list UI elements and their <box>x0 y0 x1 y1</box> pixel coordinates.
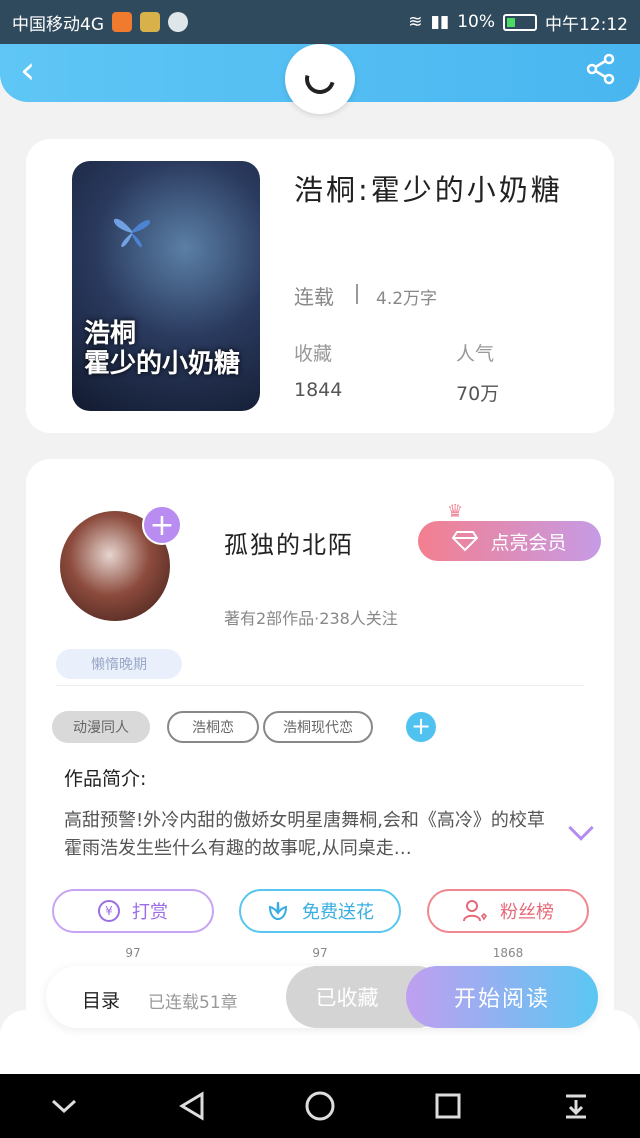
start-reading-button[interactable]: 开始阅读 <box>406 966 598 1028</box>
fans-ranking-label: 粉丝榜 <box>500 902 554 923</box>
collected-label: 已收藏 <box>315 986 379 1010</box>
tag-item[interactable]: 浩桐现代恋 <box>263 711 373 743</box>
book-info-card: 浩桐 霍少的小奶糖 浩桐:霍少的小奶糖 连载 4.2万字 收藏 人气 1844 … <box>26 139 614 433</box>
chevron-left-icon: ‹ <box>20 48 36 92</box>
loading-spinner-icon <box>299 58 341 100</box>
reward-button[interactable]: ¥ 打赏 <box>52 889 214 933</box>
flower-icon <box>268 901 288 921</box>
serial-count[interactable]: 已连载51章 <box>148 988 238 1013</box>
fans-count: 1868 <box>492 946 524 960</box>
carrier-label: 中国移动4G <box>12 14 104 35</box>
bottom-action-bar: 目录 已连载51章 已收藏 开始阅读 <box>46 966 598 1028</box>
author-name[interactable]: 孤独的北陌 <box>224 525 354 560</box>
nav-recents-button[interactable] <box>428 1086 468 1126</box>
fans-ranking-button[interactable]: 粉丝榜 <box>427 889 589 933</box>
nav-home-button[interactable] <box>300 1086 340 1126</box>
clock: 中午12:12 <box>545 14 628 35</box>
status-badge: 懒惰晚期 <box>56 649 182 679</box>
cover-title-line1: 浩桐 <box>84 319 137 349</box>
vip-button[interactable]: 点亮会员 <box>418 521 601 561</box>
nav-notification-button[interactable] <box>556 1086 596 1126</box>
popularity-value: 70万 <box>456 383 500 405</box>
back-button[interactable]: ‹ <box>20 50 35 90</box>
author-meta: 著有2部作品·238人关注 <box>224 609 398 628</box>
pull-down-icon <box>566 1094 586 1119</box>
circle-home-icon <box>305 1091 335 1121</box>
nav-back-button[interactable] <box>172 1086 212 1126</box>
share-button[interactable] <box>584 52 618 86</box>
book-title: 浩桐:霍少的小奶糖 <box>294 173 563 207</box>
video-app-icon <box>112 12 132 32</box>
triangle-back-icon <box>179 1091 204 1121</box>
send-flower-label: 免费送花 <box>302 902 374 923</box>
reward-count: 97 <box>125 946 141 960</box>
mail-app-icon <box>140 12 160 32</box>
crown-icon: ♛ <box>447 501 464 522</box>
status-bar: 中国移动4G ≋ ▮▮ 10% 中午12:12 <box>0 0 640 44</box>
chevron-down-icon[interactable] <box>568 815 594 841</box>
yuan-icon: ¥ <box>98 900 120 922</box>
wifi-icon: ≋ <box>408 12 423 32</box>
plus-icon: + <box>149 508 175 543</box>
square-recents-icon <box>435 1093 461 1119</box>
book-status: 连载 <box>294 285 334 309</box>
toc-button[interactable]: 目录 <box>82 986 120 1013</box>
follow-button[interactable]: + <box>142 505 182 545</box>
diamond-icon <box>452 531 479 552</box>
divider <box>356 284 358 304</box>
favorites-label: 收藏 <box>294 343 333 365</box>
plus-icon: + <box>410 712 432 740</box>
chevron-down-icon <box>51 1099 77 1114</box>
start-reading-label: 开始阅读 <box>453 987 550 1012</box>
cover-text: 浩桐 霍少的小奶糖 <box>84 319 240 379</box>
intro-text: 高甜预警!外冷内甜的傲娇女明星唐舞桐,会和《高冷》的校草霍雨浩发生些什么有趣的故… <box>64 810 545 859</box>
reward-button-label: 打赏 <box>132 902 168 923</box>
favorites-value: 1844 <box>294 379 343 401</box>
flower-count: 97 <box>312 946 328 960</box>
user-heart-icon <box>463 900 488 922</box>
butterfly-icon <box>113 218 151 248</box>
loading-indicator <box>285 44 355 114</box>
vip-button-label: 点亮会员 <box>490 531 567 554</box>
intro-title: 作品简介: <box>64 768 147 790</box>
divider <box>56 685 584 686</box>
send-flower-button[interactable]: 免费送花 <box>239 889 401 933</box>
tag-item[interactable]: 浩桐恋 <box>167 711 259 743</box>
chat-app-icon <box>168 12 188 32</box>
system-nav-bar <box>0 1074 640 1138</box>
battery-icon <box>503 13 537 31</box>
share-icon <box>586 53 615 85</box>
popularity-label: 人气 <box>456 343 495 365</box>
signal-icon: ▮▮ <box>430 12 450 32</box>
nav-hide-button[interactable] <box>44 1086 84 1126</box>
tag-item[interactable]: 动漫同人 <box>52 711 150 743</box>
cover-title-line2: 霍少的小奶糖 <box>84 349 241 379</box>
add-tag-button[interactable]: + <box>406 712 436 742</box>
book-cover[interactable]: 浩桐 霍少的小奶糖 <box>72 161 260 411</box>
battery-percent: 10% <box>457 12 495 32</box>
word-count: 4.2万字 <box>376 289 438 309</box>
